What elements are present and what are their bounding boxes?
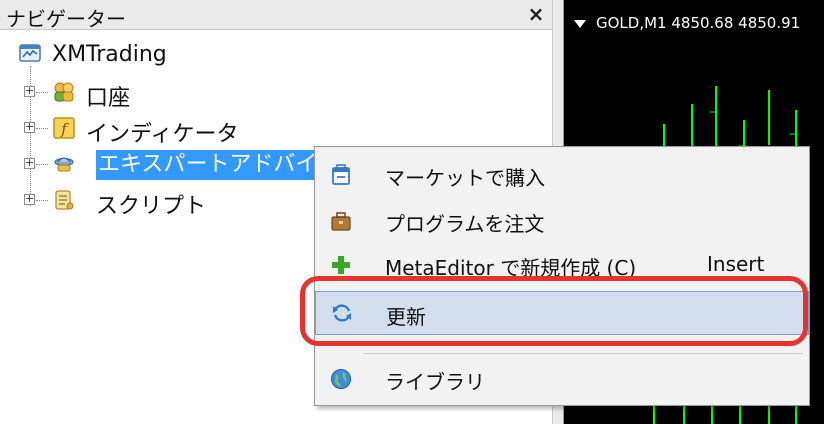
context-menu: マーケットで購入 プログラムを注文 MetaEditor で新規作成 (C) I… xyxy=(314,146,810,406)
menu-item-label: マーケットで購入 xyxy=(385,166,545,190)
globe-icon xyxy=(331,369,351,389)
script-icon xyxy=(55,190,74,210)
menu-item-order-program[interactable]: プログラムを注文 xyxy=(315,203,809,239)
menu-item-refresh[interactable]: 更新 xyxy=(315,291,809,335)
menu-item-shortcut: Insert xyxy=(707,252,765,276)
navigator-title: ナビゲーター xyxy=(6,7,126,31)
menu-item-library[interactable]: ライブラリ xyxy=(315,361,809,397)
expert-advisor-icon xyxy=(54,157,74,172)
tree-item-scripts[interactable]: + スクリプト xyxy=(0,184,300,219)
tree-connector-h xyxy=(36,164,48,165)
tree-root-label: XMTrading xyxy=(52,42,167,67)
candle-ticks xyxy=(710,111,796,147)
tree-connector-h xyxy=(36,92,48,93)
menu-item-label: プログラムを注文 xyxy=(385,212,545,236)
menu-item-new-in-metaeditor[interactable]: MetaEditor で新規作成 (C) Insert xyxy=(315,247,809,283)
tree-item-label: インディケータ xyxy=(86,122,239,147)
close-icon[interactable]: × xyxy=(524,2,548,26)
tree-item-label: エキスパートアドバイザ xyxy=(96,150,342,180)
market-bag-icon xyxy=(332,164,350,185)
chart-menu-icon xyxy=(574,20,586,28)
terminal-icon xyxy=(19,44,41,62)
tree-item-label: スクリプト xyxy=(96,194,207,219)
plus-icon xyxy=(332,256,350,274)
chart-title: GOLD,M1 4850.68 4850.91 xyxy=(596,14,801,32)
expand-icon[interactable]: + xyxy=(24,85,35,97)
accounts-icon xyxy=(54,82,74,102)
menu-item-label: ライブラリ xyxy=(385,370,485,394)
expand-icon[interactable]: + xyxy=(24,121,35,133)
briefcase-icon xyxy=(331,212,351,231)
expand-icon[interactable]: + xyxy=(24,157,35,169)
indicator-icon: f xyxy=(53,117,75,139)
menu-item-buy-in-market[interactable]: マーケットで購入 xyxy=(315,157,809,193)
tree-connector-h xyxy=(36,200,48,201)
tree-item-accounts[interactable]: + 口座 xyxy=(0,76,300,111)
menu-separator xyxy=(363,353,803,354)
tree-item-expert-advisors[interactable]: + エキスパートアドバイザ xyxy=(0,148,342,180)
tree-root-xmtrading[interactable]: XMTrading xyxy=(0,38,300,70)
tree-connector-h xyxy=(36,128,48,129)
menu-item-label: 更新 xyxy=(386,305,426,329)
expand-icon[interactable]: + xyxy=(24,193,35,205)
menu-item-label: MetaEditor で新規作成 (C) xyxy=(385,256,637,280)
tree-item-indicators[interactable]: + f インディケータ xyxy=(0,112,300,147)
refresh-icon xyxy=(333,304,351,322)
tree-item-label: 口座 xyxy=(86,86,131,111)
navigator-header: ナビゲーター × xyxy=(0,0,552,31)
